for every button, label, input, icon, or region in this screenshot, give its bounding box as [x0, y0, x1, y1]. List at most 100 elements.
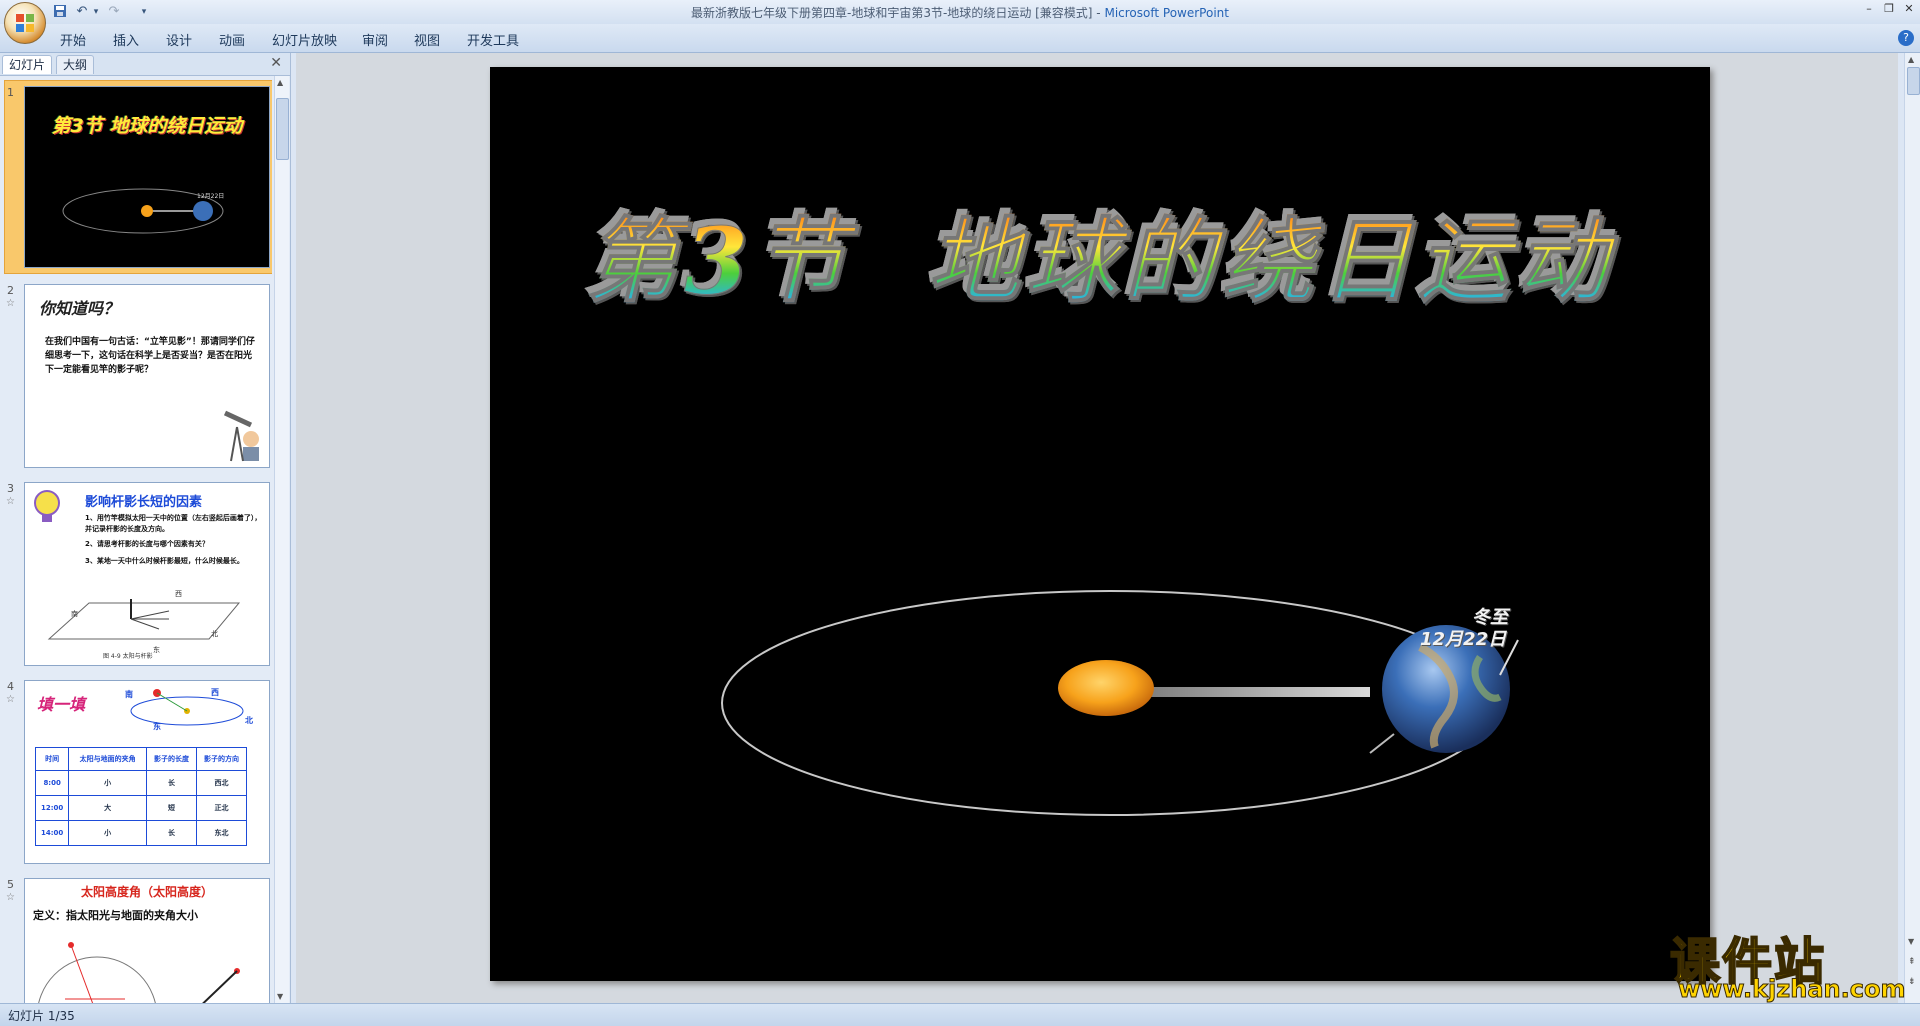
slide-editor: 第3节 地球的绕日运动 冬至 12月22日	[296, 53, 1898, 1003]
tab-developer[interactable]: 开发工具	[467, 30, 519, 49]
ribbon-tabs: 开始 插入 设计 动画 幻灯片放映 审阅 视图 开发工具	[0, 24, 1920, 53]
minimize-icon[interactable]: –	[1860, 2, 1878, 18]
thumbnail-list: 1 第3节 地球的绕日运动 12月22日 2 ☆ 你知道吗？ 在我们中国有一句古…	[0, 76, 272, 1003]
sunlight-beam	[1130, 687, 1370, 697]
thumbnail-1-date: 12月22日	[197, 193, 225, 200]
table-cell: 12:00	[34, 795, 70, 821]
direction-label: 东	[153, 646, 160, 654]
thumbnail-number: 2	[7, 284, 14, 297]
thumbnail-2-title: 你知道吗？	[39, 299, 120, 318]
thumbnail-number: 1	[7, 86, 14, 99]
slide-thumbnail-4[interactable]: 4 ☆ 填一填 南 西 东 北 时间 太阳与地面的夹角 影子的长度 影子的方向 …	[0, 676, 272, 866]
orbit-diagram	[721, 590, 1519, 816]
thumbnail-2-body: 在我们中国有一句古话：“立竿见影”！那请同学们仔细思考一下，这句话在科学上是否妥…	[45, 337, 255, 375]
date-label: 12月22日	[1420, 629, 1507, 650]
pane-tabs: 幻灯片 大纲 ✕	[0, 53, 290, 76]
direction-label: 北	[245, 716, 253, 725]
table-cell: 小	[68, 820, 147, 846]
table-cell: 8:00	[34, 770, 70, 796]
animation-star-icon: ☆	[6, 496, 15, 507]
table-header: 太阳与地面的夹角	[68, 747, 147, 771]
tab-view[interactable]: 视图	[414, 30, 440, 49]
table-header: 影子的长度	[145, 747, 197, 771]
direction-label: 南	[125, 690, 133, 699]
telescope-figure-icon	[223, 410, 259, 462]
tab-slides[interactable]: 幻灯片	[2, 55, 53, 74]
thumbnail-3-caption: 图 4-9 太阳与杆影	[103, 653, 153, 660]
thumbnail-1-preview: 第3节 地球的绕日运动 12月22日	[24, 86, 270, 268]
thumbnail-4-sun-path	[130, 689, 244, 726]
sun-icon	[1058, 660, 1154, 716]
thumbnail-3-diagram	[47, 599, 241, 640]
document-title: 最新浙教版七年级下册第四章-地球和宇宙第3节-地球的绕日运动 [兼容模式] -	[691, 6, 1101, 20]
tab-home[interactable]: 开始	[60, 30, 86, 49]
thumbnail-5-preview: 太阳高度角（太阳高度） 定义：指太阳光与地面的夹角大小	[24, 878, 270, 1003]
table-cell: 小	[68, 770, 147, 796]
office-button[interactable]	[4, 2, 46, 44]
next-slide-icon[interactable]: ⇟	[1908, 977, 1916, 987]
thumbnail-3-item: 2、请思考杆影的长度与哪个因素有关？	[85, 540, 209, 548]
lightbulb-icon	[34, 490, 60, 522]
tab-outline[interactable]: 大纲	[56, 55, 95, 74]
animation-star-icon: ☆	[6, 694, 15, 705]
direction-label: 西	[175, 590, 182, 598]
current-slide[interactable]: 第3节 地球的绕日运动 冬至 12月22日	[490, 67, 1710, 981]
table-cell: 长	[145, 770, 197, 796]
watermark-url: www.kjzhan.com	[1677, 975, 1906, 1004]
scroll-down-icon[interactable]: ▼	[277, 992, 283, 1001]
restore-icon[interactable]: ❐	[1880, 2, 1898, 18]
slide-thumbnail-3[interactable]: 3 ☆ 影响杆影长短的因素 1、用竹竿模拟太阳一天中的位置（左右竖起后画着了），…	[0, 478, 272, 668]
tab-insert[interactable]: 插入	[113, 30, 139, 49]
slide-counter: 幻灯片 1/35	[8, 1009, 75, 1023]
thumbnail-4-title: 填一填	[37, 695, 86, 714]
scroll-up-icon[interactable]: ▲	[277, 78, 283, 87]
thumbnail-3-item: 3、某地一天中什么时候杆影最短，什么时候最长。	[85, 557, 244, 565]
animation-star-icon: ☆	[6, 298, 15, 309]
slide-thumbnail-2[interactable]: 2 ☆ 你知道吗？ 在我们中国有一句古话：“立竿见影”！那请同学们仔细思考一下，…	[0, 280, 272, 470]
animation-star-icon: ☆	[6, 892, 15, 903]
thumbnail-number: 5	[7, 878, 14, 891]
table-cell: 西北	[195, 770, 248, 796]
tab-design[interactable]: 设计	[166, 30, 192, 49]
slide-thumbnail-1[interactable]: 1 第3节 地球的绕日运动 12月22日	[0, 80, 272, 274]
thumbnail-5-definition: 定义：指太阳光与地面的夹角大小	[33, 909, 198, 922]
thumbnail-3-title: 影响杆影长短的因素	[85, 495, 203, 510]
thumbnail-1-orbit	[62, 188, 224, 234]
previous-slide-icon[interactable]: ⇞	[1908, 957, 1916, 967]
thumbnail-5-diagram	[38, 942, 240, 1003]
thumbnail-2-preview: 你知道吗？ 在我们中国有一句古话：“立竿见影”！那请同学们仔细思考一下，这句话在…	[24, 284, 270, 468]
status-bar: 幻灯片 1/35	[0, 1003, 1920, 1026]
scrollbar-thumb[interactable]	[276, 98, 289, 160]
office-logo-icon	[16, 14, 34, 32]
table-cell: 大	[68, 795, 147, 821]
thumbnail-3-item: 1、用竹竿模拟太阳一天中的位置（左右竖起后画着了），并记录杆影的长度及方向。	[85, 514, 262, 533]
thumbnail-5-title: 太阳高度角（太阳高度）	[80, 885, 213, 899]
scrollbar-thumb[interactable]	[1907, 67, 1920, 95]
title-bar: ↶ ▾ ↷ ▾ 最新浙教版七年级下册第四章-地球和宇宙第3节-地球的绕日运动 […	[0, 0, 1920, 44]
table-row: 8:00 小 长 西北	[34, 770, 248, 796]
tab-slide-show[interactable]: 幻灯片放映	[272, 30, 337, 49]
table-cell: 14:00	[34, 820, 70, 846]
thumbnail-scrollbar[interactable]: ▲ ▼	[274, 76, 289, 1003]
close-icon[interactable]: ✕	[1900, 2, 1918, 18]
help-icon[interactable]: ?	[1898, 30, 1914, 46]
table-header: 时间	[34, 747, 70, 771]
main-scrollbar[interactable]: ▲ ▼ ⇞ ⇟	[1904, 53, 1920, 1003]
slides-pane: 幻灯片 大纲 ✕ 1 第3节 地球的绕日运动 12月22日 2 ☆ 你知道吗？ …	[0, 53, 291, 1003]
table-cell: 长	[145, 820, 197, 846]
direction-label: 东	[153, 722, 161, 731]
table-cell: 正北	[195, 795, 248, 821]
thumbnail-4-preview: 填一填 南 西 东 北 时间 太阳与地面的夹角 影子的长度 影子的方向 8:00…	[24, 680, 270, 864]
scroll-up-icon[interactable]: ▲	[1908, 55, 1914, 64]
table-row: 12:00 大 短 正北	[34, 795, 248, 821]
close-pane-icon[interactable]: ✕	[270, 55, 282, 71]
thumbnail-4-table: 时间 太阳与地面的夹角 影子的长度 影子的方向 8:00 小 长 西北 12:0…	[34, 747, 248, 846]
thumbnail-3-preview: 影响杆影长短的因素 1、用竹竿模拟太阳一天中的位置（左右竖起后画着了），并记录杆…	[24, 482, 270, 666]
tab-review[interactable]: 审阅	[362, 30, 388, 49]
table-cell: 短	[145, 795, 197, 821]
direction-label: 西	[211, 688, 219, 697]
slide-thumbnail-5[interactable]: 5 ☆ 太阳高度角（太阳高度） 定义：指太阳光与地面的夹角大小	[0, 874, 272, 1003]
tab-animations[interactable]: 动画	[219, 30, 245, 49]
scroll-down-icon[interactable]: ▼	[1908, 937, 1914, 946]
direction-label: 南	[71, 610, 78, 618]
